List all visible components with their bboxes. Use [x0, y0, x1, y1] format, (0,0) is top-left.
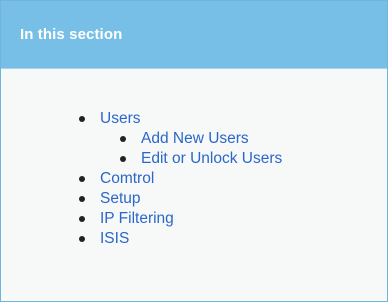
toc-link-edit-or-unlock-users[interactable]: Edit or Unlock Users	[141, 150, 282, 167]
bullet-icon	[79, 196, 85, 202]
toc-row-comtrol: Comtrol	[79, 169, 387, 189]
toc-item-users: Users Add New Users Edit or Unlock Users	[1, 109, 387, 169]
toc-link-users[interactable]: Users	[100, 110, 140, 127]
bullet-icon	[79, 216, 85, 222]
toc-sublist-users: Add New Users Edit or Unlock Users	[100, 129, 387, 169]
toc-link-ip-filtering[interactable]: IP Filtering	[100, 210, 174, 227]
toc-row-users: Users	[79, 109, 387, 129]
toc-row-isis: ISIS	[79, 229, 387, 249]
toc-link-setup[interactable]: Setup	[100, 190, 141, 207]
section-panel: In this section Users Add New Users Edit…	[0, 0, 388, 302]
bullet-icon	[79, 176, 85, 182]
toc-row-setup: Setup	[79, 189, 387, 209]
panel-header: In this section	[1, 1, 387, 69]
panel-title: In this section	[20, 26, 123, 43]
panel-body: Users Add New Users Edit or Unlock Users	[1, 69, 387, 249]
toc-item-comtrol: Comtrol	[1, 169, 387, 189]
toc-item-add-new-users: Add New Users	[100, 129, 387, 149]
toc-item-isis: ISIS	[1, 229, 387, 249]
toc-item-setup: Setup	[1, 189, 387, 209]
bullet-icon	[79, 236, 85, 242]
toc-list: Users Add New Users Edit or Unlock Users	[1, 109, 387, 249]
toc-item-ip-filtering: IP Filtering	[1, 209, 387, 229]
toc-link-isis[interactable]: ISIS	[100, 230, 129, 247]
bullet-icon	[120, 136, 126, 142]
toc-link-comtrol[interactable]: Comtrol	[100, 170, 154, 187]
toc-link-add-new-users[interactable]: Add New Users	[141, 130, 249, 147]
toc-item-edit-or-unlock-users: Edit or Unlock Users	[100, 149, 387, 169]
toc-row-ip-filtering: IP Filtering	[79, 209, 387, 229]
bullet-icon	[120, 156, 126, 162]
bullet-icon	[79, 116, 85, 122]
